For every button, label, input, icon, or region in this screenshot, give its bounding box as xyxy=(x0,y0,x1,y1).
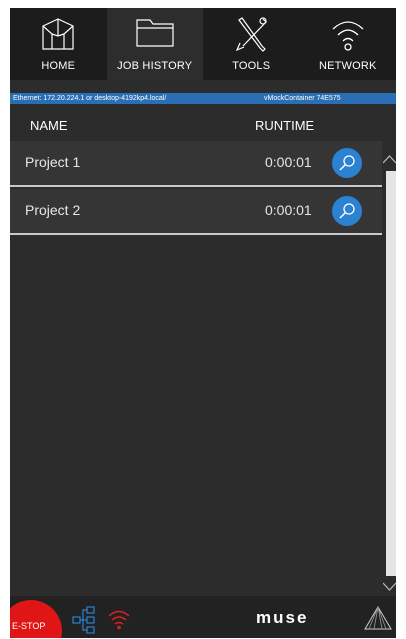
table-header: NAME RUNTIME xyxy=(10,112,396,138)
muse-logo: muse xyxy=(256,608,309,627)
tab-home-label: HOME xyxy=(41,60,76,72)
folder-icon xyxy=(136,19,174,47)
tab-home[interactable]: HOME xyxy=(10,8,107,80)
project-runtime: 0:00:01 xyxy=(265,154,312,170)
estop-button[interactable]: E-STOP xyxy=(10,600,62,638)
project-runtime: 0:00:01 xyxy=(265,202,312,218)
chevron-up-icon xyxy=(382,155,396,164)
tab-tools-label: TOOLS xyxy=(232,60,271,72)
scroll-track[interactable] xyxy=(386,171,396,576)
app-window: HOME JOB HISTORY TOOLS NETWORK Ethernet:… xyxy=(10,8,396,638)
top-nav: HOME JOB HISTORY TOOLS NETWORK xyxy=(10,8,396,80)
vertical-scrollbar[interactable] xyxy=(382,151,396,596)
estop-label: E-STOP xyxy=(12,621,46,631)
logo-triangle-icon xyxy=(364,606,392,630)
chevron-down-icon xyxy=(382,582,396,591)
container-status: vMockContainer 74E575 xyxy=(264,95,341,102)
table-row[interactable]: Project 1 0:00:01 xyxy=(10,141,382,187)
tools-icon xyxy=(236,17,268,52)
header-runtime: RUNTIME xyxy=(255,118,315,133)
home-icon xyxy=(42,18,74,50)
project-name: Project 1 xyxy=(25,154,81,170)
tab-network-label: NETWORK xyxy=(318,60,377,72)
scroll-down-button[interactable] xyxy=(382,579,396,593)
project-name: Project 2 xyxy=(25,202,81,218)
tab-network[interactable]: NETWORK xyxy=(300,8,397,80)
search-icon xyxy=(339,155,355,171)
network-topology-icon xyxy=(72,606,95,634)
tab-job-history-label: JOB HISTORY xyxy=(117,60,193,72)
ethernet-status: Ethernet: 172.20.224.1 or desktop-4192kp… xyxy=(13,95,167,102)
bottom-bar: E-STOP muse xyxy=(10,596,396,638)
connection-status-bar: Ethernet: 172.20.224.1 or desktop-4192kp… xyxy=(10,93,396,104)
network-icon xyxy=(332,21,364,51)
wifi-alert-icon xyxy=(108,610,130,630)
tab-tools[interactable]: TOOLS xyxy=(203,8,300,80)
header-name: NAME xyxy=(30,118,68,133)
scroll-up-button[interactable] xyxy=(382,153,396,167)
view-job-button[interactable] xyxy=(332,148,362,178)
table-row[interactable]: Project 2 0:00:01 xyxy=(10,189,382,235)
search-icon xyxy=(339,203,355,219)
view-job-button[interactable] xyxy=(332,196,362,226)
tab-job-history[interactable]: JOB HISTORY xyxy=(106,8,203,80)
